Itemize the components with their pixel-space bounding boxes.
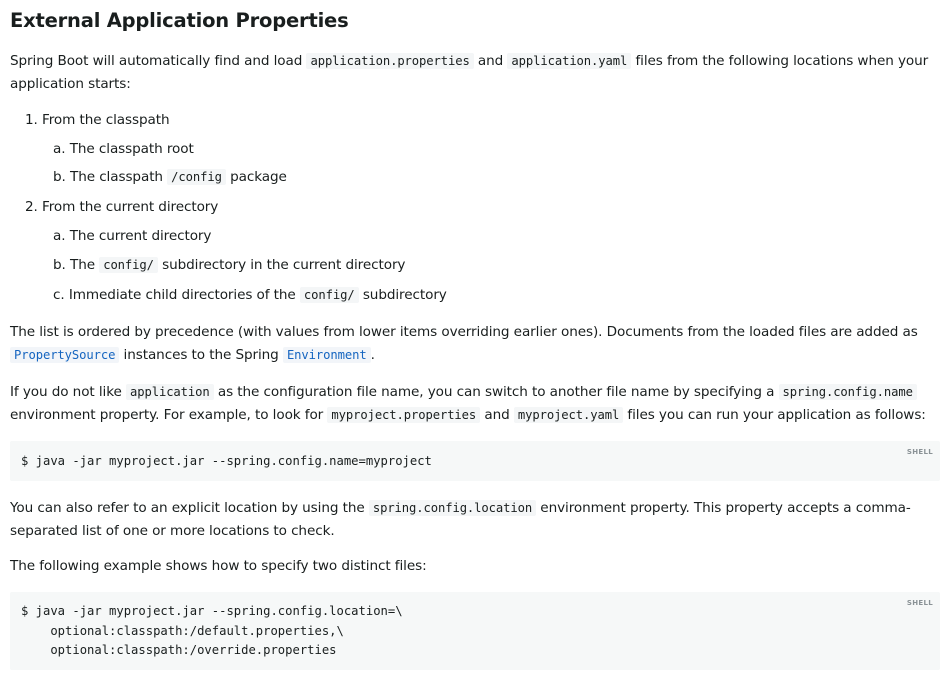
list-item-2b: b. The config/ subdirectory in the curre…	[53, 255, 405, 275]
list-item-1: 1. From the classpath	[25, 110, 170, 130]
para3-text-1: If you do not like	[10, 384, 126, 400]
environment-link[interactable]: Environment	[282, 346, 371, 363]
list-item-text: package	[225, 169, 287, 185]
code-block-text: $ java -jar myproject.jar --spring.confi…	[21, 454, 432, 468]
example-intro-paragraph: The following example shows how to speci…	[10, 558, 427, 574]
code-myproject-properties: myproject.properties	[327, 406, 481, 423]
para3-text-4: and	[480, 406, 514, 423]
code-block-config-name: SHELL $ java -jar myproject.jar --spring…	[10, 441, 940, 481]
list-marker: 2.	[25, 199, 38, 215]
list-item-label: The classpath root	[69, 141, 194, 157]
intro-text-1: Spring Boot will automatically find and …	[10, 53, 307, 69]
list-item-label: The current directory	[69, 228, 212, 244]
list-marker: 1.	[25, 112, 38, 128]
para4-text-1: You can also refer to an explicit locati…	[10, 500, 369, 516]
intro-paragraph: Spring Boot will automatically find and …	[10, 50, 935, 95]
list-item-text: The	[69, 257, 100, 273]
list-item-1b: b. The classpath /config package	[53, 167, 287, 187]
para3-text-2: as the configuration file name, you can …	[213, 384, 779, 400]
code-spring-config-name: spring.config.name	[778, 384, 917, 400]
code-spring-config-location: spring.config.location	[368, 500, 537, 516]
code-language-label: SHELL	[906, 599, 933, 607]
code-application-properties: application.properties	[306, 53, 474, 69]
list-marker: b.	[53, 257, 66, 273]
code-config-subdir: config/	[99, 257, 158, 273]
precedence-paragraph: The list is ordered by precedence (with …	[10, 321, 935, 366]
config-location-paragraph: You can also refer to an explicit locati…	[10, 497, 935, 542]
list-item-label: From the classpath	[42, 112, 170, 128]
list-item-1a: a. The classpath root	[53, 139, 194, 159]
list-item-text: subdirectory in the current directory	[157, 257, 406, 273]
list-marker: b.	[53, 169, 66, 185]
list-item-2: 2. From the current directory	[25, 197, 218, 217]
config-name-paragraph: If you do not like application as the co…	[10, 381, 935, 426]
code-config-dir: /config	[167, 169, 226, 185]
page-title: External Application Properties	[10, 9, 349, 32]
propertysource-link[interactable]: PropertySource	[10, 346, 120, 363]
list-item-text: subdirectory	[358, 287, 447, 303]
list-item-text: Immediate child directories of the	[68, 287, 300, 303]
code-myproject-yaml: myproject.yaml	[513, 406, 624, 423]
code-block-config-location: SHELL $ java -jar myproject.jar --spring…	[10, 592, 940, 670]
code-config-subdir: config/	[299, 287, 359, 303]
para2-text-2: instances to the Spring	[119, 346, 283, 363]
code-application-yaml: application.yaml	[507, 53, 632, 69]
para2-text-3: .	[370, 346, 375, 363]
list-item-text: The classpath	[69, 169, 168, 185]
intro-text-2: and	[473, 53, 508, 69]
para2-text-1: The list is ordered by precedence (with …	[10, 324, 918, 340]
list-item-2a: a. The current directory	[53, 226, 211, 246]
code-language-label: SHELL	[906, 448, 933, 456]
list-marker: c.	[53, 287, 65, 303]
list-item-2c: c. Immediate child directories of the co…	[53, 285, 447, 305]
code-block-text: $ java -jar myproject.jar --spring.confi…	[21, 604, 403, 657]
list-marker: a.	[53, 228, 66, 244]
code-application: application	[126, 384, 214, 400]
list-marker: a.	[53, 141, 66, 157]
para3-text-3: environment property. For example, to lo…	[10, 406, 328, 423]
para3-text-5: files you can run your application as fo…	[623, 406, 926, 423]
list-item-label: From the current directory	[42, 199, 219, 215]
